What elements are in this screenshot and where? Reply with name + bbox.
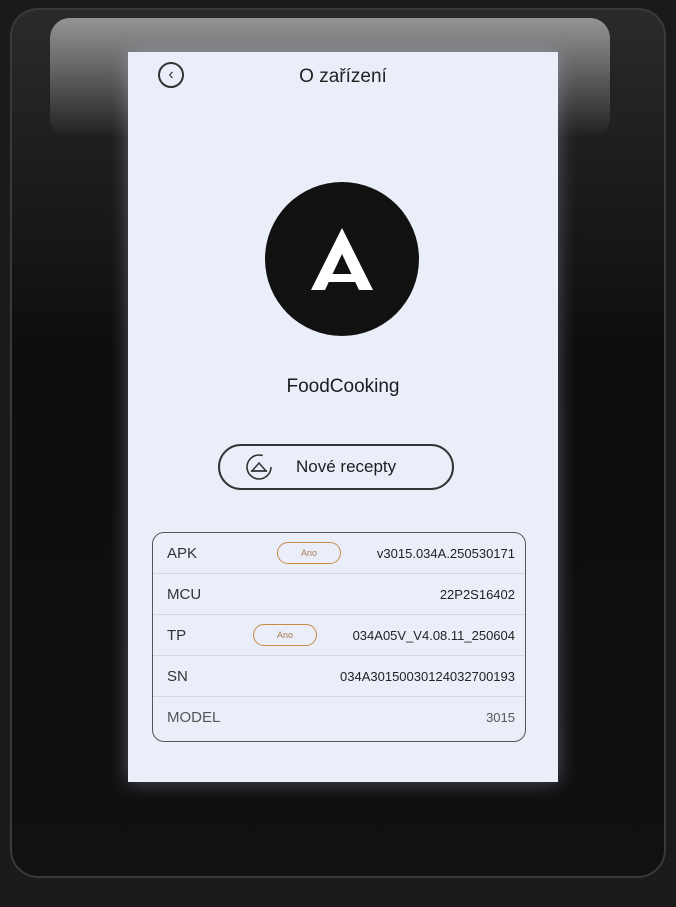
info-row-apk: APK Ano v3015.034A.250530171 xyxy=(153,533,525,574)
info-row-tp: TP Ano 034A05V_V4.08.11_250604 xyxy=(153,615,525,656)
info-value: v3015.034A.250530171 xyxy=(376,545,515,561)
info-value: 3015 xyxy=(486,710,515,725)
info-row-mcu: MCU 22P2S16402 xyxy=(153,574,525,615)
info-value: 034A30150030124032700193 xyxy=(340,668,515,684)
info-row-model: MODEL 3015 xyxy=(153,697,525,738)
tp-update-badge[interactable]: Ano xyxy=(253,624,317,646)
app-logo-icon xyxy=(311,228,373,290)
app-name: FoodCooking xyxy=(286,376,400,397)
apk-update-badge[interactable]: Ano xyxy=(277,542,341,564)
refresh-icon xyxy=(242,450,276,484)
new-recipes-button[interactable]: Nové recepty xyxy=(218,444,454,490)
device-bezel: ‹ O zařízení FoodCooking Nové recepty AP xyxy=(10,8,666,878)
device-info-table: APK Ano v3015.034A.250530171 MCU 22P2S16… xyxy=(152,532,526,742)
new-recipes-label: Nové recepty xyxy=(296,457,397,476)
info-value: 034A05V_V4.08.11_250604 xyxy=(352,627,515,643)
app-logo xyxy=(265,182,419,336)
device-screen: ‹ O zařízení FoodCooking Nové recepty AP xyxy=(128,52,558,782)
info-key: TP xyxy=(167,626,187,644)
info-key: SN xyxy=(167,667,188,685)
info-key: MCU xyxy=(167,585,202,603)
info-value: 22P2S16402 xyxy=(439,586,515,602)
info-row-sn: SN 034A30150030124032700193 xyxy=(153,656,525,697)
info-key: APK xyxy=(167,544,198,562)
info-key: MODEL xyxy=(167,709,221,726)
page-title: O zařízení xyxy=(299,66,387,87)
